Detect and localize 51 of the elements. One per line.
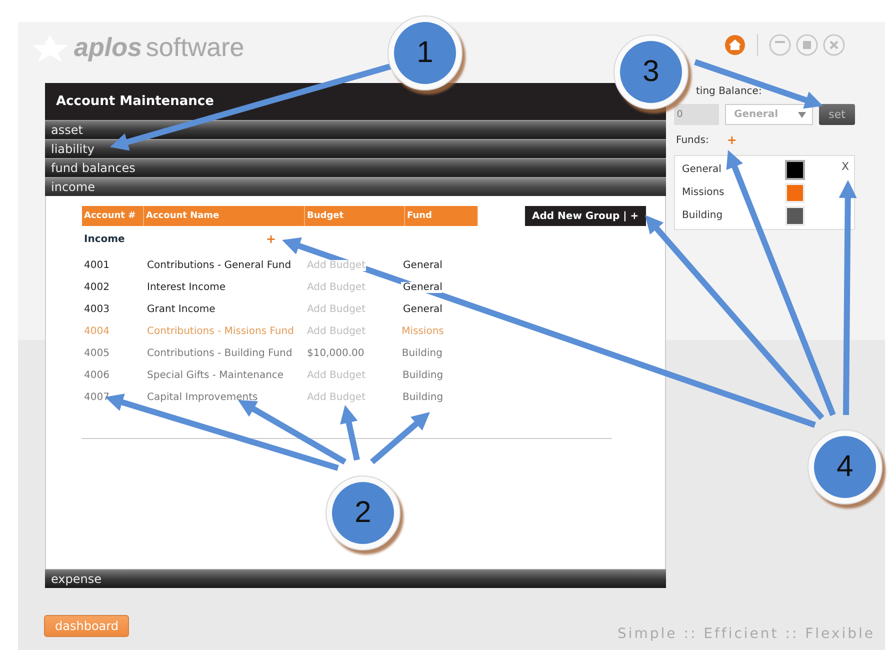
column-header: Budget: [305, 206, 405, 226]
budget-placeholder[interactable]: Add Budget: [307, 304, 366, 314]
table-cell: Building: [400, 370, 444, 380]
panel-title: Account Maintenance: [45, 83, 666, 120]
table-cell-text: Contributions - General Fund: [146, 260, 292, 270]
budget-placeholder[interactable]: Add Budget: [307, 260, 366, 270]
callout-number: 4: [836, 449, 854, 485]
budget-placeholder[interactable]: Add Budget: [307, 326, 366, 336]
table-cell-text: 4007: [84, 392, 110, 402]
callout-number: 1: [416, 35, 434, 71]
column-header: Account Name: [144, 206, 305, 226]
fund-name[interactable]: General: [682, 164, 785, 175]
add-account-button[interactable]: +: [266, 232, 276, 246]
table-cell: Missions: [400, 326, 444, 336]
category-bar[interactable]: income: [45, 177, 666, 196]
budget-placeholder[interactable]: Add Budget: [307, 282, 366, 292]
table-cell-text: 4003: [84, 304, 110, 314]
table-cell-text: 4006: [84, 370, 110, 380]
category-bar[interactable]: liability: [45, 139, 666, 158]
table-cell-text: 4001: [84, 260, 110, 270]
category-bar[interactable]: fund balances: [45, 158, 666, 177]
table-cell-text: 4002: [84, 282, 110, 292]
table-cell: Building: [400, 392, 444, 402]
add-group-button[interactable]: Add New Group | +: [525, 206, 646, 226]
logo: aplos software: [30, 32, 244, 63]
column-header: Fund: [405, 206, 478, 226]
table-cell-text: Capital Improvements: [146, 392, 259, 402]
category-bar[interactable]: asset: [45, 120, 666, 139]
funds-label: Funds:: [676, 134, 709, 146]
table-cell-text: Grant Income: [146, 304, 216, 314]
table-cell-text: Contributions - Missions Fund: [146, 326, 295, 336]
tagline: Simple :: Efficient :: Flexible: [617, 626, 875, 642]
table-cell-text: Contributions - Building Fund: [146, 348, 294, 358]
table-cell: General: [401, 304, 442, 314]
group-label: Income: [84, 234, 126, 244]
table-cell: General: [401, 260, 442, 270]
table-cell-text: 4004: [84, 326, 110, 336]
delete-fund-button[interactable]: X: [841, 160, 849, 173]
starting-balance-label: ting Balance:: [695, 86, 763, 99]
table-cell-text: Special Gifts - Maintenance: [146, 370, 285, 380]
table-cell: Building: [400, 348, 442, 358]
table-cell-text: Interest Income: [146, 282, 227, 292]
add-fund-button[interactable]: +: [726, 133, 737, 147]
table-cell: General: [401, 282, 442, 292]
category-bar[interactable]: expense: [45, 569, 666, 588]
fund-name[interactable]: Building: [682, 210, 785, 221]
dashboard-button[interactable]: dashboard: [44, 615, 130, 637]
callout-number: 2: [354, 495, 372, 531]
column-header: Account #: [82, 206, 144, 226]
table-cell-text: 4005: [84, 348, 110, 358]
fund-name[interactable]: Missions: [682, 187, 785, 198]
